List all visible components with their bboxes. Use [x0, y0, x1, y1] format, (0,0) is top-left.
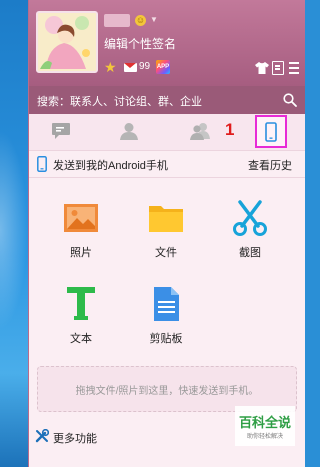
- clipboard-icon: [154, 287, 179, 321]
- qq-main-panel: ☺ ▼ 编辑个性签名 ★ 99 APP 搜索：联系人、讨论组、群、企业 1 发送…: [28, 0, 305, 467]
- message-icon: [52, 123, 70, 139]
- annotation-number: 1: [225, 120, 235, 139]
- action-label: 文本: [70, 333, 92, 345]
- contact-icon: [120, 123, 138, 140]
- profile-header: ☺ ▼ 编辑个性签名 ★ 99 APP: [29, 0, 305, 86]
- phone-icon: [265, 122, 277, 142]
- search-icon[interactable]: [283, 93, 297, 107]
- search-bar[interactable]: 搜索：联系人、讨论组、群、企业: [29, 86, 305, 114]
- nickname-redacted[interactable]: [104, 14, 130, 27]
- mail-count: 99: [139, 61, 151, 72]
- watermark-title: 百科全说: [238, 415, 291, 430]
- skin-shirt-icon[interactable]: [255, 62, 269, 74]
- star-icon[interactable]: ★: [104, 60, 118, 74]
- send-to-phone-header: 发送到我的Android手机 查看历史: [29, 151, 305, 178]
- folder-icon: [149, 206, 183, 232]
- search-input[interactable]: 搜索：联系人、讨论组、群、企业: [37, 93, 202, 109]
- mail-icon[interactable]: [124, 63, 137, 72]
- tab-phone[interactable]: [255, 115, 287, 148]
- action-label: 照片: [70, 247, 92, 259]
- tab-contacts[interactable]: [99, 114, 159, 150]
- app-center-icon[interactable]: APP: [156, 60, 170, 74]
- action-label: 剪贴板: [149, 333, 183, 345]
- message-manager-icon[interactable]: [272, 61, 284, 75]
- main-menu-icon[interactable]: [289, 62, 299, 74]
- avatar[interactable]: [36, 11, 98, 73]
- scissors-icon: [233, 200, 267, 236]
- tab-messages[interactable]: [31, 114, 91, 150]
- main-tabs: 1: [29, 114, 305, 151]
- vip-badge-icon[interactable]: ☺: [135, 15, 146, 26]
- send-to-phone-title: 发送到我的Android手机: [53, 160, 168, 172]
- screenshot-button[interactable]: 截图: [220, 200, 280, 268]
- action-label: 截图: [239, 247, 261, 259]
- action-label: 文件: [155, 247, 177, 259]
- tools-icon: [35, 429, 49, 443]
- watermark-logo: 百科全说 助你轻松解决: [235, 406, 295, 446]
- send-file-button[interactable]: 文件: [136, 200, 196, 268]
- photo-icon: [64, 204, 98, 232]
- drop-zone-hint: 拖拽文件/照片到这里，快速发送到手机。: [75, 386, 259, 397]
- send-text-button[interactable]: 文本: [51, 286, 111, 354]
- group-icon: [190, 123, 210, 140]
- tab-groups[interactable]: [169, 114, 229, 150]
- signature-text[interactable]: 编辑个性签名: [104, 35, 176, 52]
- desktop-background: [0, 0, 28, 467]
- watermark-subtitle: 助你轻松解决: [246, 434, 283, 440]
- text-icon: [67, 287, 95, 320]
- send-clipboard-button[interactable]: 剪贴板: [136, 286, 196, 354]
- android-phone-icon: [37, 156, 47, 172]
- view-history-link[interactable]: 查看历史: [248, 157, 292, 173]
- more-features-label: 更多功能: [53, 433, 97, 445]
- status-dropdown-icon[interactable]: ▼: [150, 15, 159, 24]
- send-photo-button[interactable]: 照片: [51, 200, 111, 268]
